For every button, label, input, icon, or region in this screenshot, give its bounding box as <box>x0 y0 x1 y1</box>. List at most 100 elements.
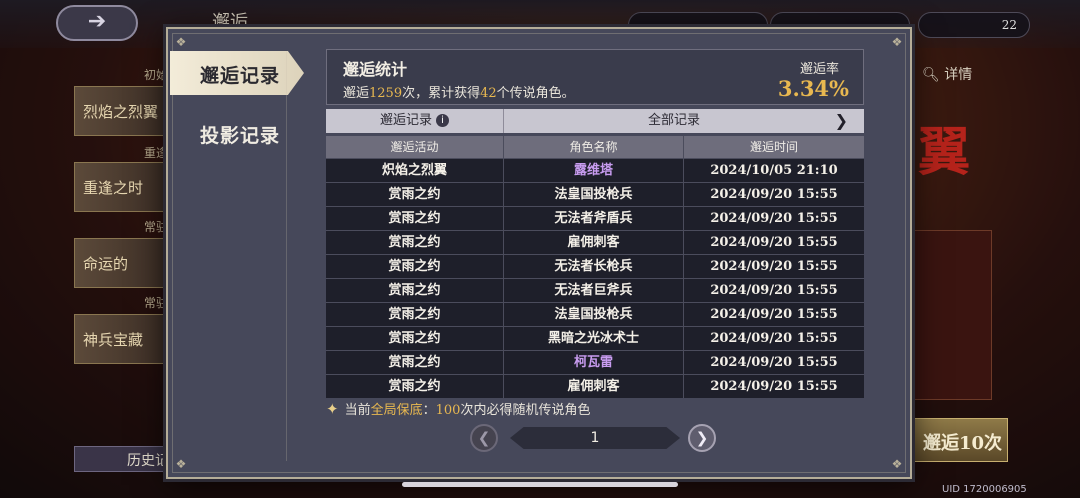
guarantee-type: 全局保底 <box>370 403 423 418</box>
record-filter-select[interactable]: 全部记录 <box>504 109 844 133</box>
row-character: 法皇国投枪兵 <box>504 303 684 326</box>
row-character: 无法者巨斧兵 <box>504 279 684 302</box>
table-row: 赏雨之约 无法者巨斧兵 2024/09/20 15:55 <box>326 278 864 302</box>
row-activity: 赏雨之约 <box>326 351 504 374</box>
chevron-right-icon[interactable]: ❯ <box>835 109 848 133</box>
next-page-button[interactable]: ❯ <box>688 424 716 452</box>
table-row: 赏雨之约 黑暗之光冰术士 2024/09/20 15:55 <box>326 326 864 350</box>
record-label-text: 邂逅记录 <box>379 113 432 128</box>
guarantee-suffix: 次内必得随机传说角色 <box>460 403 591 418</box>
table-row: 赏雨之约 法皇国投枪兵 2024/09/20 15:55 <box>326 182 864 206</box>
row-activity: 炽焰之烈翼 <box>326 159 504 182</box>
table-row: 赏雨之约 法皇国投枪兵 2024/09/20 15:55 <box>326 302 864 326</box>
chevron-left-icon: ❮ <box>477 429 491 447</box>
row-activity: 赏雨之约 <box>326 255 504 278</box>
stats-prefix: 邂逅 <box>343 86 370 101</box>
row-activity: 赏雨之约 <box>326 327 504 350</box>
uid-label: UID 1720006905 <box>942 484 1027 495</box>
corner-ornament-icon: ❖ <box>175 457 187 471</box>
row-activity: 赏雨之约 <box>326 279 504 302</box>
back-arrow-icon: ➔ <box>87 9 107 34</box>
row-time: 2024/09/20 15:55 <box>710 259 838 274</box>
detail-button[interactable]: 🔍︎ 详情 <box>922 64 972 84</box>
home-indicator[interactable] <box>402 482 678 487</box>
side-label: 初始 <box>144 68 169 82</box>
side-label: 重逢 <box>144 146 169 160</box>
table-body: 炽焰之烈翼 露维塔 2024/10/05 21:10 赏雨之约 法皇国投枪兵 2024/0… <box>326 158 864 398</box>
summon-record-table: 邂逅活动 角色名称 邂逅时间 炽焰之烈翼 露维塔 2024/10/05 21:10 赏… <box>326 136 864 398</box>
corner-ornament-icon: ❖ <box>175 35 187 49</box>
row-time: 2024/09/20 15:55 <box>710 283 838 298</box>
record-label: 邂逅记录 i <box>326 109 504 133</box>
row-character: 黑暗之光冰术士 <box>504 327 684 350</box>
banner-card[interactable]: 命运的 <box>74 238 174 288</box>
table-row: 赏雨之约 无法者斧盾兵 2024/09/20 15:55 <box>326 206 864 230</box>
total-summons: 1259 <box>369 86 403 101</box>
row-time: 2024/09/20 15:55 <box>710 355 838 370</box>
table-row: 赏雨之约 雇佣刺客 2024/09/20 15:55 <box>326 374 864 398</box>
prev-page-button[interactable]: ❮ <box>470 424 498 452</box>
row-character: 露维塔 <box>504 159 684 182</box>
row-activity: 赏雨之约 <box>326 231 504 254</box>
banner-card[interactable]: 烈焰之烈翼 <box>74 86 174 136</box>
record-filter-bar: 邂逅记录 i 全部记录 ❯ <box>326 109 864 133</box>
chevron-right-icon: ❯ <box>695 429 709 447</box>
summon-10-button[interactable]: 邂逅10次 <box>912 418 1008 462</box>
row-character: 无法者长枪兵 <box>504 255 684 278</box>
banner-card[interactable]: 重逢之时 <box>74 162 174 212</box>
header-time: 邂逅时间 <box>749 140 798 154</box>
corner-ornament-icon: ❖ <box>891 457 903 471</box>
currency-display-3[interactable]: 22 <box>918 12 1030 38</box>
guarantee-prefix: 当前 <box>344 403 371 418</box>
back-button[interactable]: ➔ <box>56 5 138 41</box>
side-label: 常驻 <box>144 296 169 310</box>
side-label: 常驻 <box>144 220 169 234</box>
table-row: 炽焰之烈翼 露维塔 2024/10/05 21:10 <box>326 158 864 182</box>
pity-guarantee-text: ✦ 当前全局保底：100次内必得随机传说角色 <box>326 399 590 418</box>
rate-label: 邂逅率 <box>799 62 839 77</box>
row-character: 雇佣刺客 <box>504 375 684 398</box>
banner-art-text: 翼 <box>918 122 971 183</box>
legendary-count: 42 <box>480 86 497 101</box>
corner-ornament-icon: ❖ <box>891 35 903 49</box>
row-time: 2024/09/20 15:55 <box>710 307 838 322</box>
detail-label: 详情 <box>944 67 973 83</box>
row-activity: 赏雨之约 <box>326 303 504 326</box>
table-header: 邂逅活动 角色名称 邂逅时间 <box>326 136 864 158</box>
sparkle-icon: ✦ <box>326 400 339 418</box>
tab-summon-records[interactable]: 邂逅记录 <box>170 51 304 95</box>
row-character: 无法者斧盾兵 <box>504 207 684 230</box>
row-time: 2024/09/20 15:55 <box>710 187 838 202</box>
row-time: 2024/09/20 15:55 <box>710 331 838 346</box>
header-character: 角色名称 <box>504 136 684 158</box>
banner-art <box>914 230 992 400</box>
row-time: 2024/09/20 15:55 <box>710 379 838 394</box>
search-icon: 🔍︎ <box>922 67 945 83</box>
row-time: 2024/09/20 15:55 <box>710 211 838 226</box>
row-character: 法皇国投枪兵 <box>504 183 684 206</box>
tab-projection-records[interactable]: 投影记录 <box>170 111 304 155</box>
table-row: 赏雨之约 柯瓦雷 2024/09/20 15:55 <box>326 350 864 374</box>
page-number[interactable]: 1 <box>510 427 680 449</box>
summon-stats-box: 邂逅统计 邂逅1259次，累计获得42个传说角色。 邂逅率 3.34% <box>326 49 864 105</box>
rate-value: 3.34% <box>777 76 849 101</box>
stats-title: 邂逅统计 <box>343 60 408 79</box>
row-time: 2024/09/20 15:55 <box>710 235 838 250</box>
tab-divider <box>286 51 287 461</box>
row-activity: 赏雨之约 <box>326 375 504 398</box>
row-activity: 赏雨之约 <box>326 183 504 206</box>
summon-record-modal: ❖ ❖ ❖ ❖ 邂逅记录 投影记录 邂逅统计 邂逅1259次，累计获得42个传说… <box>166 27 912 479</box>
header-activity: 邂逅活动 <box>326 136 504 158</box>
table-row: 赏雨之约 雇佣刺客 2024/09/20 15:55 <box>326 230 864 254</box>
row-character: 柯瓦雷 <box>504 351 684 374</box>
table-row: 赏雨之约 无法者长枪兵 2024/09/20 15:55 <box>326 254 864 278</box>
row-activity: 赏雨之约 <box>326 207 504 230</box>
guarantee-colon: ： <box>422 403 436 418</box>
row-character: 雇佣刺客 <box>504 231 684 254</box>
guarantee-count: 100 <box>435 403 461 418</box>
stats-suffix: 个传说角色。 <box>496 86 575 101</box>
info-icon[interactable]: i <box>436 114 449 127</box>
stats-middle: 次，累计获得 <box>402 86 481 101</box>
banner-card[interactable]: 神兵宝藏 <box>74 314 174 364</box>
row-time: 2024/10/05 21:10 <box>710 163 838 178</box>
